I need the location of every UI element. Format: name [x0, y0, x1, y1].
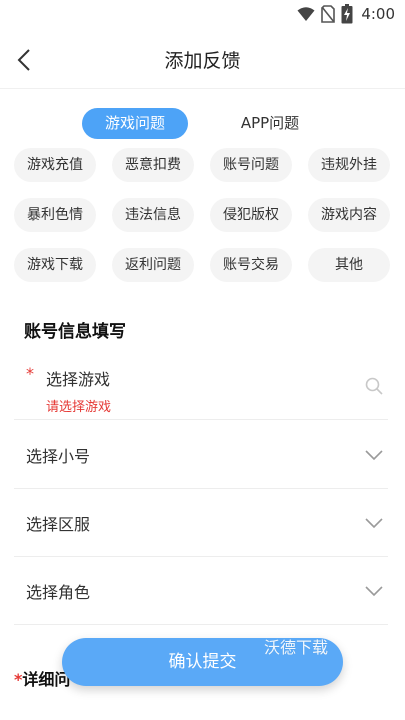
chevron-down-icon: [365, 450, 383, 461]
category-chip[interactable]: 违规外挂: [308, 148, 390, 182]
detail-section-title: *详细问: [14, 666, 70, 690]
detail-section-label: 详细问: [22, 670, 71, 689]
category-chip[interactable]: 账号交易: [210, 248, 292, 282]
no-sim-icon: [321, 5, 336, 23]
category-chip[interactable]: 游戏下载: [14, 248, 96, 282]
chevron-down-icon: [365, 518, 383, 529]
select-server-row[interactable]: 选择区服: [14, 489, 388, 557]
category-chip[interactable]: 暴利色情: [14, 198, 96, 232]
category-chip[interactable]: 账号问题: [210, 148, 292, 182]
status-time: 4:00: [361, 5, 395, 23]
account-section-title: 账号信息填写: [24, 322, 126, 342]
watermark-text: 沃德下载: [264, 638, 329, 657]
nav-bar: 添加反馈: [0, 36, 405, 84]
select-role-row[interactable]: 选择角色: [14, 557, 388, 625]
nav-divider: [0, 88, 405, 89]
feedback-tabs: 游戏问题 APP问题: [0, 108, 405, 140]
select-account-row[interactable]: 选择小号: [14, 421, 388, 489]
select-server-label: 选择区服: [26, 515, 91, 534]
battery-charging-icon: [341, 4, 353, 24]
wifi-icon: [297, 7, 315, 21]
select-game-label: 选择游戏: [46, 370, 111, 389]
page-title: 添加反馈: [164, 50, 241, 72]
select-game-error: 请选择游戏: [46, 400, 112, 415]
category-chip[interactable]: 违法信息: [112, 198, 194, 232]
category-chip[interactable]: 恶意扣费: [112, 148, 194, 182]
search-icon[interactable]: [364, 376, 384, 396]
category-chip[interactable]: 游戏内容: [308, 198, 390, 232]
status-icons: 4:00: [297, 4, 395, 24]
select-role-label: 选择角色: [26, 583, 91, 602]
tab-app-issue[interactable]: APP问题: [222, 108, 318, 139]
category-chip[interactable]: 游戏充值: [14, 148, 96, 182]
tab-game-issue[interactable]: 游戏问题: [82, 108, 188, 139]
category-chip[interactable]: 返利问题: [112, 248, 194, 282]
chevron-down-icon: [365, 586, 383, 597]
status-bar: 4:00: [0, 0, 405, 30]
select-game-row[interactable]: * 选择游戏 请选择游戏: [14, 356, 388, 420]
required-mark: *: [26, 364, 34, 383]
category-chip[interactable]: 侵犯版权: [210, 198, 292, 232]
category-chip[interactable]: 其他: [308, 248, 390, 282]
select-account-label: 选择小号: [26, 447, 91, 466]
